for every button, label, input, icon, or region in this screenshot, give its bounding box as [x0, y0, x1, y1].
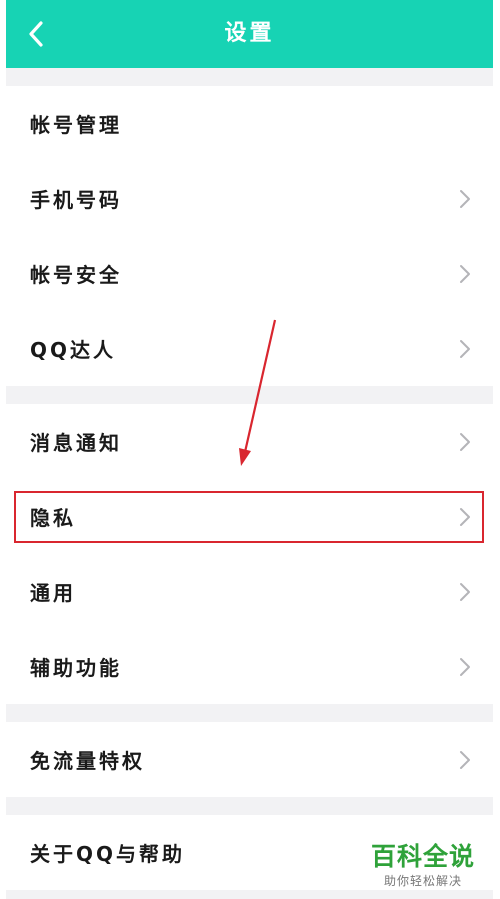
settings-item-label: 帐号安全	[30, 263, 122, 287]
settings-item-data-free-privilege[interactable]: 免流量特权	[6, 722, 493, 797]
settings-item-qq-expert[interactable]: QQ达人	[6, 311, 493, 386]
settings-item-label: 帐号管理	[30, 113, 122, 137]
watermark-subtitle: 助你轻松解决	[383, 874, 462, 888]
settings-item-privacy[interactable]: 隐私	[6, 479, 493, 554]
settings-item-label: 消息通知	[30, 431, 122, 455]
account-group: 帐号管理 手机号码 帐号安全 QQ达人	[6, 86, 493, 386]
watermark-logo: 百科全说 助你轻松解决	[367, 841, 479, 889]
settings-item-label: 手机号码	[30, 188, 122, 212]
settings-item-general[interactable]: 通用	[6, 554, 493, 629]
chevron-right-icon	[460, 432, 470, 451]
data-free-group: 免流量特权	[6, 722, 493, 797]
settings-item-label: 隐私	[30, 506, 76, 530]
chevron-right-icon	[460, 339, 470, 358]
watermark-title: 百科全说	[370, 842, 475, 871]
settings-screen: 设置 帐号管理 手机号码 帐号安全 QQ达人 消息通知 隐私 通用 辅助功能 免…	[6, 0, 493, 899]
settings-item-label: 通用	[30, 581, 76, 605]
top-bar: 设置	[6, 0, 493, 68]
settings-item-account-management[interactable]: 帐号管理	[6, 86, 493, 161]
settings-item-label: QQ达人	[30, 338, 117, 362]
settings-item-account-security[interactable]: 帐号安全	[6, 236, 493, 311]
chevron-right-icon	[460, 750, 470, 769]
general-group: 消息通知 隐私 通用 辅助功能	[6, 404, 493, 704]
settings-item-label: 辅助功能	[30, 656, 122, 680]
settings-item-notifications[interactable]: 消息通知	[6, 404, 493, 479]
chevron-right-icon	[460, 657, 470, 676]
chevron-right-icon	[460, 582, 470, 601]
page-title: 设置	[224, 21, 275, 46]
settings-item-phone-number[interactable]: 手机号码	[6, 161, 493, 236]
settings-item-label: 关于QQ与帮助	[30, 842, 186, 866]
chevron-right-icon	[460, 189, 470, 208]
chevron-right-icon	[460, 507, 470, 526]
settings-item-label: 免流量特权	[30, 749, 145, 773]
chevron-right-icon	[460, 264, 470, 283]
settings-item-accessibility[interactable]: 辅助功能	[6, 629, 493, 704]
